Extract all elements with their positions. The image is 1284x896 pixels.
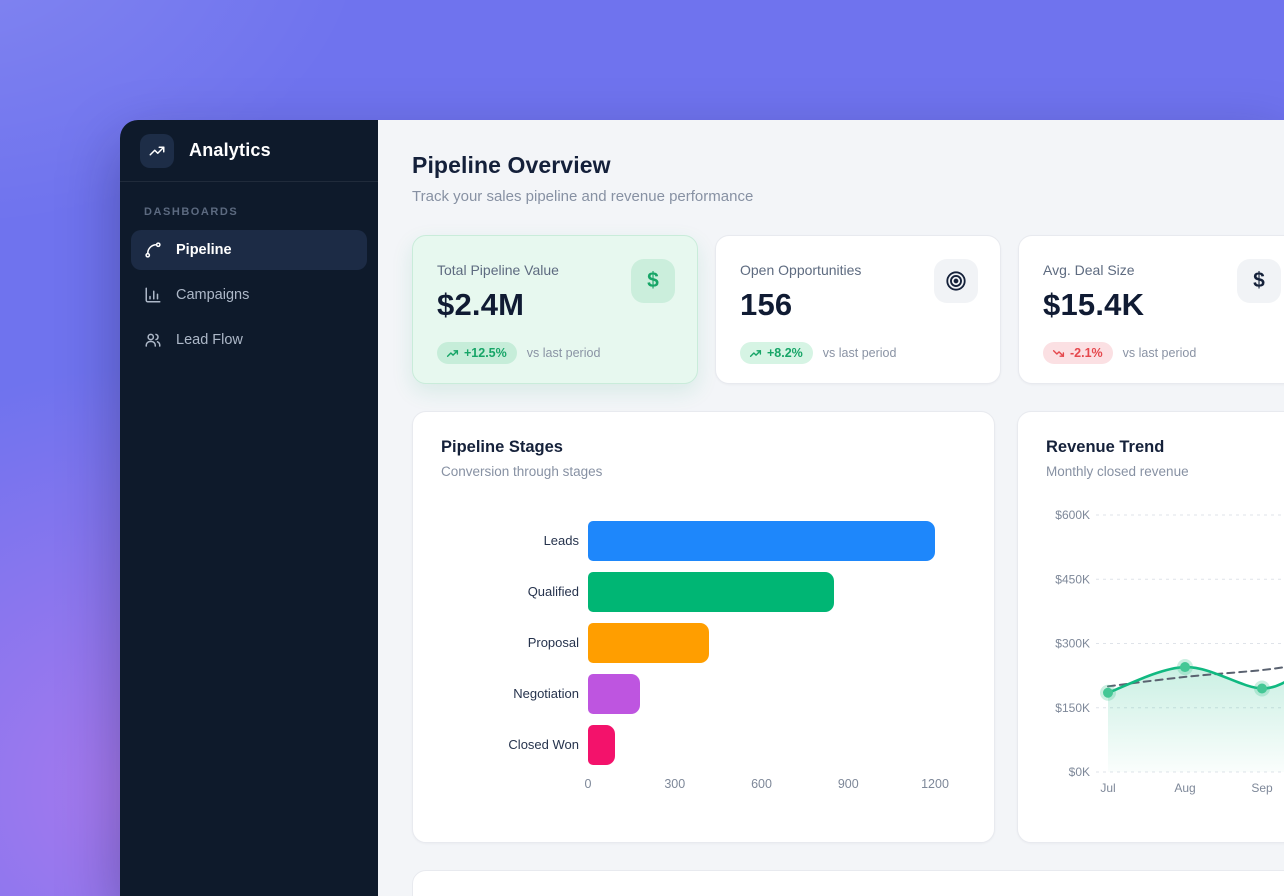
trending-up-icon	[446, 347, 459, 360]
bar-row-leads: Leads	[441, 521, 966, 561]
bar-category-label: Proposal	[507, 635, 579, 651]
sidebar-item-lead-flow[interactable]: Lead Flow	[131, 320, 367, 360]
bar-category-label: Closed Won	[507, 737, 579, 753]
revenue-trend-card: Revenue Trend Monthly closed revenue $60…	[1017, 411, 1284, 843]
main-content: Pipeline Overview Track your sales pipel…	[378, 120, 1284, 896]
x-axis-tick: 600	[751, 777, 772, 791]
bar-leads	[588, 521, 935, 561]
users-icon	[144, 331, 162, 349]
x-axis-tick: 300	[664, 777, 685, 791]
sidebar-item-label: Campaigns	[176, 287, 249, 303]
desktop-background: { "sidebar": { "app_title": "Analytics",…	[0, 0, 1284, 896]
change-badge: +12.5%	[437, 342, 517, 364]
sidebar-item-campaigns[interactable]: Campaigns	[131, 275, 367, 315]
bar-chart-x-axis: 03006009001200	[588, 777, 935, 793]
route-icon	[144, 241, 162, 259]
sidebar-item-pipeline[interactable]: Pipeline	[131, 230, 367, 270]
bar-chart-icon	[144, 286, 162, 304]
chart-subtitle: Conversion through stages	[441, 464, 966, 479]
compare-label: vs last period	[823, 346, 897, 360]
kpi-card-open-opportunities: Open Opportunities 156 +8.2% vs last per…	[715, 235, 1001, 384]
page-subtitle: Track your sales pipeline and revenue pe…	[412, 188, 1284, 205]
page-title: Pipeline Overview	[412, 152, 1284, 179]
bar-closed-won	[588, 725, 615, 765]
chart-title: Pipeline Stages	[441, 438, 966, 457]
x-axis-tick: 900	[838, 777, 859, 791]
revenue-trend-line-chart: $600K $450K $300K $150K $0K Jul Aug Sep	[1046, 495, 1284, 802]
data-point-aug	[1180, 662, 1190, 672]
data-point-jul	[1103, 688, 1113, 698]
chart-subtitle: Monthly closed revenue	[1046, 464, 1284, 479]
y-axis-tick: $450K	[1055, 572, 1090, 586]
change-badge: -2.1%	[1043, 342, 1113, 364]
y-axis-tick: $150K	[1055, 701, 1090, 715]
sidebar-nav: Pipeline Campaigns Lead Flow	[120, 230, 378, 360]
bar-row-proposal: Proposal	[441, 623, 966, 663]
x-axis-tick: Jul	[1100, 781, 1115, 795]
trending-down-icon	[1052, 347, 1065, 360]
target-icon	[934, 259, 978, 303]
charts-row: Pipeline Stages Conversion through stage…	[412, 411, 1284, 843]
compare-label: vs last period	[527, 346, 601, 360]
app-title: Analytics	[189, 140, 271, 161]
bar-category-label: Negotiation	[507, 686, 579, 702]
pipeline-stages-bar-chart: Leads Qualified Proposal Negotiation Closed …	[441, 521, 966, 793]
x-axis-tick: Aug	[1174, 781, 1195, 795]
dollar-sign-icon: $	[631, 259, 675, 303]
compare-label: vs last period	[1123, 346, 1197, 360]
bar-category-label: Qualified	[507, 584, 579, 600]
app-logo: Analytics	[120, 120, 378, 182]
change-badge: +8.2%	[740, 342, 813, 364]
x-axis-tick: Sep	[1251, 781, 1273, 795]
bar-row-closed-won: Closed Won	[441, 725, 966, 765]
bar-row-negotiation: Negotiation	[441, 674, 966, 714]
pipeline-stages-card: Pipeline Stages Conversion through stage…	[412, 411, 995, 843]
sidebar-section-label: DASHBOARDS	[144, 206, 378, 218]
bar-qualified	[588, 572, 834, 612]
bar-proposal	[588, 623, 709, 663]
chart-title: Revenue Trend	[1046, 438, 1284, 457]
sidebar-item-label: Pipeline	[176, 242, 232, 258]
y-axis-tick: $0K	[1069, 765, 1090, 779]
sidebar-item-label: Lead Flow	[176, 332, 243, 348]
trending-up-icon	[140, 134, 174, 168]
bottom-card-partial	[412, 870, 1284, 896]
kpi-row: Total Pipeline Value $2.4M $ +12.5% vs l…	[412, 235, 1284, 384]
kpi-card-total-pipeline-value: Total Pipeline Value $2.4M $ +12.5% vs l…	[412, 235, 698, 384]
trending-up-icon	[749, 347, 762, 360]
bar-negotiation	[588, 674, 640, 714]
sidebar: Analytics DASHBOARDS Pipeline Campaigns	[120, 120, 378, 896]
kpi-card-avg-deal-size: Avg. Deal Size $15.4K $ -2.1% vs last pe…	[1018, 235, 1284, 384]
x-axis-tick: 0	[585, 777, 592, 791]
x-axis-tick: 1200	[921, 777, 949, 791]
dollar-sign-icon: $	[1237, 259, 1281, 303]
bar-row-qualified: Qualified	[441, 572, 966, 612]
bar-category-label: Leads	[507, 533, 579, 549]
app-window: Analytics DASHBOARDS Pipeline Campaigns	[120, 120, 1284, 896]
y-axis-tick: $600K	[1055, 508, 1090, 522]
data-point-sep	[1257, 683, 1267, 693]
y-axis-tick: $300K	[1055, 637, 1090, 651]
